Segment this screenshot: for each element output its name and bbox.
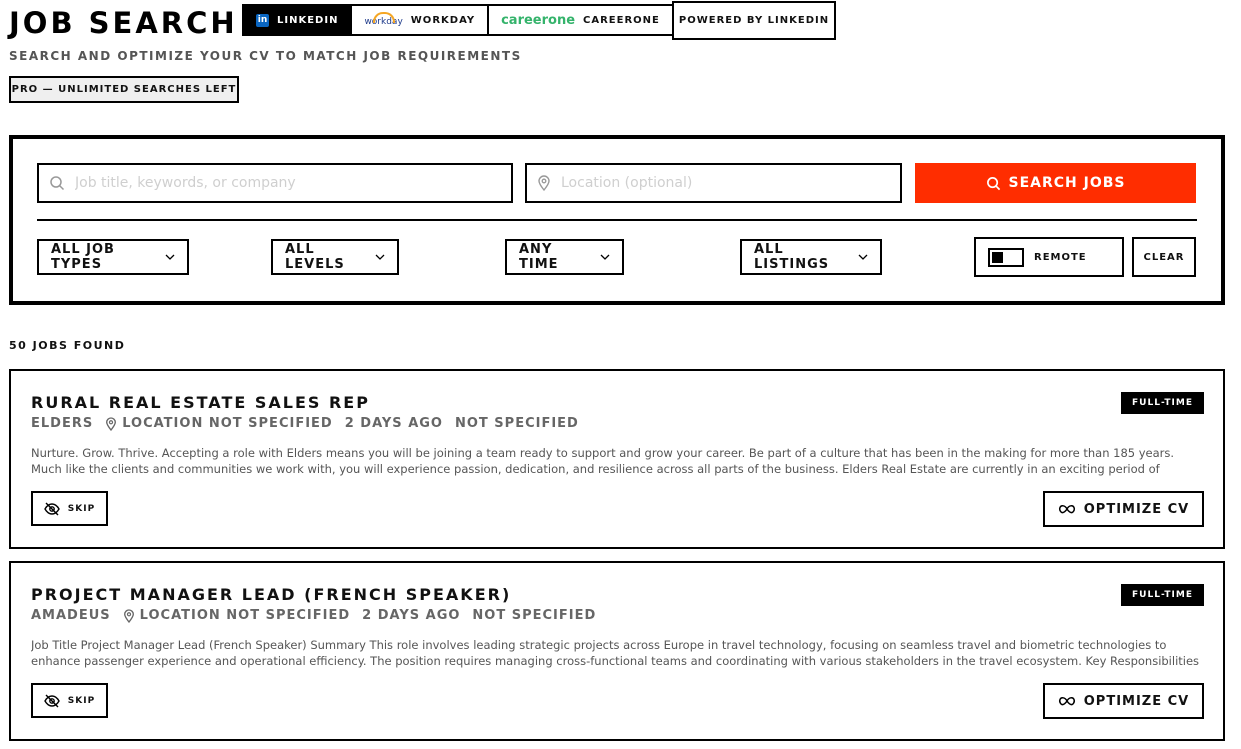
search-button-label: SEARCH JOBS bbox=[1008, 175, 1126, 191]
linkedin-logo-icon: in bbox=[256, 13, 269, 27]
job-card[interactable]: PROJECT MANAGER LEAD (FRENCH SPEAKER) AM… bbox=[9, 561, 1225, 741]
remote-label: REMOTE bbox=[1034, 251, 1087, 263]
powered-by-badge: POWERED BY LINKEDIN bbox=[672, 1, 836, 40]
skip-button[interactable]: SKIP bbox=[31, 491, 108, 526]
job-description: Job Title Project Manager Lead (French S… bbox=[31, 638, 1200, 668]
clear-button[interactable]: CLEAR bbox=[1132, 237, 1196, 277]
toggle-switch-icon[interactable] bbox=[988, 247, 1024, 267]
job-title[interactable]: PROJECT MANAGER LEAD (FRENCH SPEAKER) bbox=[31, 585, 511, 604]
search-icon bbox=[986, 176, 1001, 191]
eye-off-icon bbox=[43, 502, 60, 516]
job-type-dropdown[interactable]: ALL JOB TYPES bbox=[37, 239, 189, 275]
search-icon bbox=[49, 175, 65, 191]
search-panel: SEARCH JOBS ALL JOB TYPES ALL LEVELS ANY… bbox=[9, 135, 1225, 305]
job-description: Nurture. Grow. Thrive. Accepting a role … bbox=[31, 446, 1175, 476]
provider-label: CAREERONE bbox=[583, 14, 660, 26]
time-dropdown[interactable]: ANY TIME bbox=[505, 239, 624, 275]
skip-label: SKIP bbox=[67, 695, 96, 706]
provider-tab-workday[interactable]: workday WORKDAY bbox=[352, 6, 490, 34]
dropdown-label: ALL LEVELS bbox=[285, 242, 345, 272]
plan-badge: PRO — UNLIMITED SEARCHES LEFT bbox=[9, 76, 239, 103]
posted-date: 2 DAYS AGO bbox=[344, 416, 443, 431]
job-card[interactable]: RURAL REAL ESTATE SALES REP ELDERS LOCAT… bbox=[9, 369, 1225, 549]
search-jobs-button[interactable]: SEARCH JOBS bbox=[915, 163, 1196, 203]
dropdown-label: ALL LISTINGS bbox=[754, 242, 830, 272]
job-meta: ELDERS LOCATION NOT SPECIFIED 2 DAYS AGO… bbox=[31, 416, 579, 431]
job-location: LOCATION NOT SPECIFIED bbox=[105, 416, 333, 431]
job-meta: AMADEUS LOCATION NOT SPECIFIED 2 DAYS AG… bbox=[31, 608, 596, 623]
page-title: JOB SEARCH bbox=[9, 6, 238, 40]
careerone-logo-icon: careerone bbox=[501, 12, 576, 28]
meta-infinity-icon bbox=[1058, 504, 1076, 514]
provider-tab-linkedin[interactable]: in LINKEDIN bbox=[244, 6, 353, 34]
chevron-down-icon bbox=[858, 254, 868, 260]
level-dropdown[interactable]: ALL LEVELS bbox=[271, 239, 399, 275]
provider-tab-careerone[interactable]: careerone CAREERONE bbox=[489, 6, 672, 34]
remote-toggle[interactable]: REMOTE bbox=[974, 237, 1124, 277]
eye-off-icon bbox=[43, 694, 60, 708]
keyword-field[interactable] bbox=[37, 163, 513, 203]
provider-label: WORKDAY bbox=[410, 14, 476, 26]
job-type-badge: FULL-TIME bbox=[1121, 392, 1204, 414]
skip-label: SKIP bbox=[67, 503, 96, 514]
page-subtitle: SEARCH AND OPTIMIZE YOUR CV TO MATCH JOB… bbox=[9, 49, 522, 63]
chevron-down-icon bbox=[375, 254, 385, 260]
company-name: ELDERS bbox=[31, 416, 94, 431]
meta-infinity-icon bbox=[1058, 696, 1076, 706]
salary: NOT SPECIFIED bbox=[454, 416, 579, 431]
divider bbox=[37, 219, 1197, 221]
dropdown-label: ALL JOB TYPES bbox=[51, 242, 115, 272]
keyword-input[interactable] bbox=[75, 175, 511, 191]
job-type-badge: FULL-TIME bbox=[1121, 584, 1204, 606]
salary: NOT SPECIFIED bbox=[472, 608, 597, 623]
optimize-label: OPTIMIZE CV bbox=[1083, 501, 1190, 517]
job-location: LOCATION NOT SPECIFIED bbox=[123, 608, 351, 623]
company-name: AMADEUS bbox=[31, 608, 111, 623]
optimize-cv-button[interactable]: OPTIMIZE CV bbox=[1043, 491, 1204, 527]
provider-label: LINKEDIN bbox=[277, 14, 339, 26]
location-input[interactable] bbox=[561, 175, 900, 191]
workday-logo-icon: workday bbox=[364, 12, 403, 27]
chevron-down-icon bbox=[165, 254, 175, 260]
chevron-down-icon bbox=[600, 254, 610, 260]
location-text: LOCATION NOT SPECIFIED bbox=[122, 416, 333, 431]
posted-date: 2 DAYS AGO bbox=[362, 608, 461, 623]
location-field[interactable] bbox=[525, 163, 902, 203]
listings-dropdown[interactable]: ALL LISTINGS bbox=[740, 239, 882, 275]
location-pin-icon bbox=[537, 175, 551, 191]
dropdown-label: ANY TIME bbox=[519, 242, 559, 272]
skip-button[interactable]: SKIP bbox=[31, 683, 108, 718]
results-count: 50 JOBS FOUND bbox=[9, 339, 126, 352]
optimize-label: OPTIMIZE CV bbox=[1083, 693, 1190, 709]
optimize-cv-button[interactable]: OPTIMIZE CV bbox=[1043, 683, 1204, 719]
location-pin-icon bbox=[123, 608, 135, 623]
location-pin-icon bbox=[105, 416, 117, 431]
job-title[interactable]: RURAL REAL ESTATE SALES REP bbox=[31, 393, 370, 412]
location-text: LOCATION NOT SPECIFIED bbox=[139, 608, 351, 623]
provider-selector: in LINKEDIN workday WORKDAY careerone CA… bbox=[242, 4, 674, 36]
